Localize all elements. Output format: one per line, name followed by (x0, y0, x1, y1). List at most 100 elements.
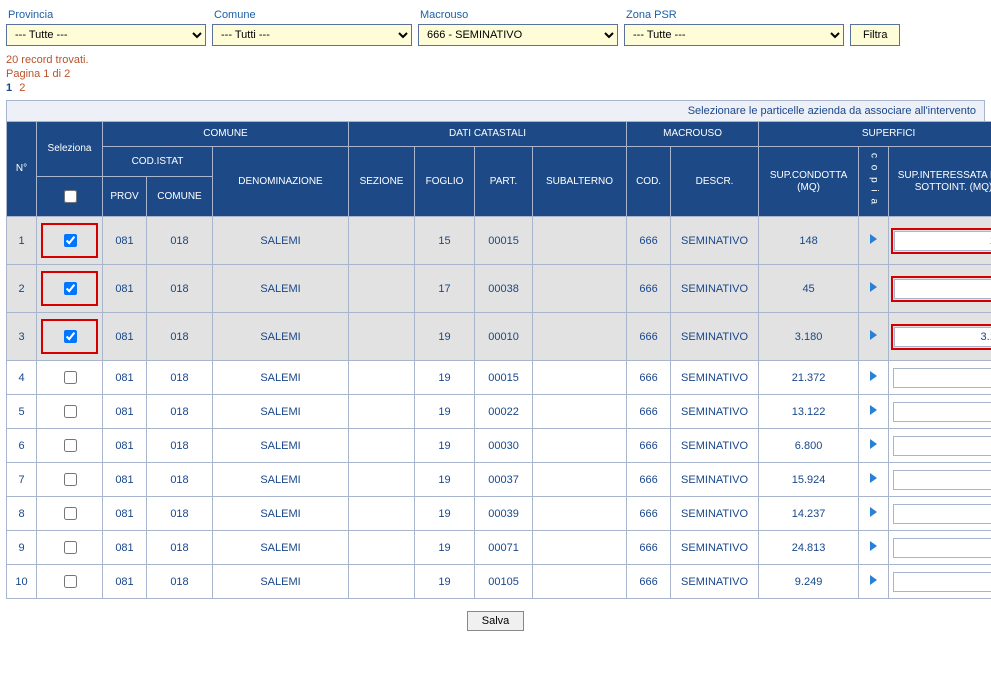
macrouso-select[interactable]: 666 - SEMINATIVO (418, 24, 618, 46)
sup-interessata-input[interactable] (893, 470, 991, 490)
sup-interessata-input[interactable] (894, 231, 991, 251)
cell-sup-condotta: 6.800 (759, 429, 859, 463)
cell-subalterno (533, 395, 627, 429)
page-indicator: Pagina 1 di 2 (6, 68, 985, 80)
cell-sezione (349, 429, 415, 463)
cell-sup-condotta: 3.180 (759, 313, 859, 361)
cell-n: 8 (7, 497, 37, 531)
row-select-checkbox[interactable] (64, 405, 77, 418)
cell-descr: SEMINATIVO (671, 497, 759, 531)
cell-part: 00022 (475, 395, 533, 429)
filtra-button[interactable]: Filtra (850, 24, 900, 46)
cell-seleziona (37, 265, 103, 313)
row-select-checkbox[interactable] (64, 507, 77, 520)
cell-prov: 081 (103, 531, 147, 565)
sup-interessata-input[interactable] (894, 279, 991, 299)
cell-prov: 081 (103, 265, 147, 313)
row-select-checkbox[interactable] (64, 473, 77, 486)
cell-sup-condotta: 21.372 (759, 361, 859, 395)
cell-foglio: 19 (415, 497, 475, 531)
cell-n: 3 (7, 313, 37, 361)
row-select-checkbox[interactable] (64, 575, 77, 588)
cell-sezione (349, 265, 415, 313)
cell-denominazione: SALEMI (213, 463, 349, 497)
copy-icon[interactable] (870, 234, 877, 244)
cell-denominazione: SALEMI (213, 361, 349, 395)
copy-icon[interactable] (870, 405, 877, 415)
row-select-checkbox[interactable] (64, 234, 77, 247)
row-select-checkbox[interactable] (64, 282, 77, 295)
table-row: 10081018SALEMI1900105666SEMINATIVO9.249 (7, 565, 991, 599)
th-select-all[interactable] (37, 177, 103, 217)
cell-sup-condotta: 148 (759, 217, 859, 265)
table-row: 2081018SALEMI1700038666SEMINATIVO45 (7, 265, 991, 313)
cell-descr: SEMINATIVO (671, 395, 759, 429)
copy-icon[interactable] (870, 371, 877, 381)
comune-label: Comune (212, 6, 412, 24)
sup-interessata-input[interactable] (893, 436, 991, 456)
sup-interessata-input[interactable] (893, 402, 991, 422)
th-dati-cat-group: DATI CATASTALI (349, 122, 627, 147)
copy-icon[interactable] (870, 473, 877, 483)
cell-denominazione: SALEMI (213, 429, 349, 463)
cell-cod: 666 (627, 531, 671, 565)
copy-icon[interactable] (870, 439, 877, 449)
cell-foglio: 19 (415, 429, 475, 463)
th-subalterno: SUBALTERNO (533, 147, 627, 217)
cell-sezione (349, 565, 415, 599)
cell-sezione (349, 463, 415, 497)
cell-sup-condotta: 24.813 (759, 531, 859, 565)
sup-interessata-input[interactable] (893, 538, 991, 558)
copy-icon[interactable] (870, 507, 877, 517)
row-select-checkbox[interactable] (64, 371, 77, 384)
th-part: PART. (475, 147, 533, 217)
copy-icon[interactable] (870, 575, 877, 585)
cell-subalterno (533, 361, 627, 395)
cell-cod: 666 (627, 265, 671, 313)
hint-bar: Selezionare le particelle azienda da ass… (6, 100, 985, 121)
th-sezione: SEZIONE (349, 147, 415, 217)
cell-denominazione: SALEMI (213, 313, 349, 361)
pager: 1 2 (6, 82, 985, 94)
th-sup-interessata: SUP.INTERESSATA DAL SOTTOINT. (MQ) (889, 147, 991, 217)
cell-sup-condotta: 14.237 (759, 497, 859, 531)
copy-icon[interactable] (870, 541, 877, 551)
comune-select[interactable]: --- Tutti --- (212, 24, 412, 46)
cell-cod: 666 (627, 463, 671, 497)
cell-comune: 018 (147, 265, 213, 313)
row-select-checkbox[interactable] (64, 439, 77, 452)
cell-sup-condotta: 9.249 (759, 565, 859, 599)
sup-interessata-input[interactable] (893, 572, 991, 592)
sup-interessata-input[interactable] (893, 504, 991, 524)
sup-interessata-input[interactable] (893, 368, 991, 388)
cell-seleziona (37, 361, 103, 395)
copy-icon[interactable] (870, 330, 877, 340)
sup-interessata-input[interactable] (894, 327, 991, 347)
cell-foglio: 19 (415, 361, 475, 395)
row-select-checkbox[interactable] (64, 330, 77, 343)
cell-copia (859, 313, 889, 361)
cell-cod: 666 (627, 565, 671, 599)
cell-part: 00010 (475, 313, 533, 361)
provincia-select[interactable]: --- Tutte --- (6, 24, 206, 46)
cell-sup-interessata (889, 395, 991, 429)
cell-prov: 081 (103, 497, 147, 531)
table-row: 9081018SALEMI1900071666SEMINATIVO24.813 (7, 531, 991, 565)
table-row: 7081018SALEMI1900037666SEMINATIVO15.924 (7, 463, 991, 497)
cell-sup-interessata (889, 429, 991, 463)
cell-comune: 018 (147, 565, 213, 599)
zona-psr-select[interactable]: --- Tutte --- (624, 24, 844, 46)
cell-comune: 018 (147, 395, 213, 429)
row-select-checkbox[interactable] (64, 541, 77, 554)
page-2[interactable]: 2 (19, 82, 25, 94)
salva-button[interactable]: Salva (467, 611, 525, 631)
table-row: 3081018SALEMI1900010666SEMINATIVO3.180 (7, 313, 991, 361)
cell-part: 00105 (475, 565, 533, 599)
th-cod-istat: COD.ISTAT (103, 147, 213, 177)
cell-sup-interessata (889, 463, 991, 497)
copy-icon[interactable] (870, 282, 877, 292)
cell-sup-condotta: 45 (759, 265, 859, 313)
cell-descr: SEMINATIVO (671, 531, 759, 565)
cell-descr: SEMINATIVO (671, 429, 759, 463)
select-all-checkbox[interactable] (64, 190, 77, 203)
